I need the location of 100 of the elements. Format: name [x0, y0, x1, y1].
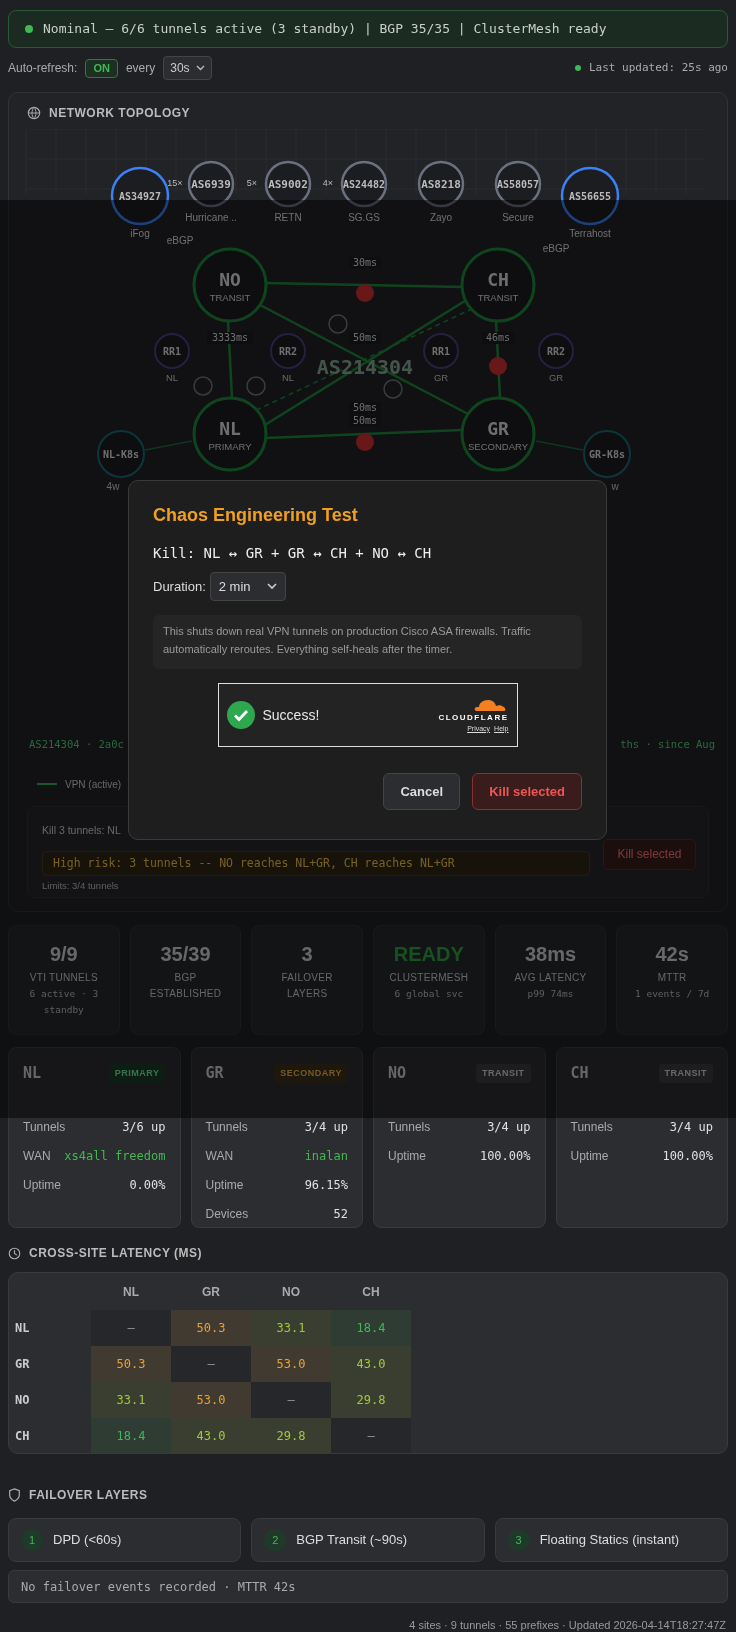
reflector-label: RR1 — [162, 346, 182, 357]
layer-label: Floating Statics (instant) — [539, 1531, 680, 1550]
duration-select[interactable]: 2 min — [209, 571, 286, 602]
row-label: Uptime — [570, 1148, 609, 1165]
upstream-node — [187, 160, 235, 208]
row-value: 52 — [333, 1206, 348, 1223]
layer-number: 1 — [21, 1529, 43, 1551]
upstream-asn: AS9002 — [268, 178, 308, 191]
stat-value: READY — [392, 942, 465, 966]
captcha-status: Success! — [262, 705, 321, 725]
column-header: GR — [201, 1283, 221, 1301]
row-label: Tunnels — [205, 1119, 248, 1136]
empty-node — [383, 379, 403, 399]
row-label: Tunnels — [23, 1119, 66, 1136]
latency-label: 46ms — [485, 332, 511, 343]
cluster-node — [583, 430, 631, 478]
latency-label: 3333ms — [211, 332, 249, 343]
site-code: NL — [219, 418, 241, 439]
events-text: No failover events recorded · MTTR 42s — [8, 1570, 728, 1603]
latency-cell: — — [171, 1346, 251, 1382]
cluster-line — [535, 440, 584, 451]
upstream-name: SG.GS — [348, 212, 380, 223]
upstream-node — [340, 160, 388, 208]
auto-refresh-toggle[interactable]: ON — [85, 58, 118, 78]
cluster-line — [144, 440, 193, 451]
latency-cell: 29.8 — [331, 1382, 411, 1418]
row-value: 96.15% — [304, 1177, 348, 1194]
cancel-button[interactable]: Cancel — [383, 773, 461, 811]
stat-value: 38ms — [523, 942, 578, 966]
reflector-site: GR — [433, 372, 449, 383]
row-value: 3/6 up — [122, 1119, 166, 1136]
stat-detail: 6 active · 3 standby — [28, 987, 100, 1018]
stat-label: MTTR — [656, 971, 688, 985]
bgp-label: eBGP — [166, 235, 194, 246]
stat-label: VTI TUNNELS — [28, 971, 99, 985]
chevron-icon — [266, 582, 277, 590]
latency-cell: 18.4 — [91, 1418, 171, 1453]
latency-label: 50ms — [352, 402, 378, 413]
site-role: SECONDARY — [468, 441, 528, 452]
stat-label: CLUSTERMESH — [388, 971, 470, 985]
row-label: WAN — [205, 1148, 234, 1165]
section-title: NETWORK TOPOLOGY — [49, 105, 191, 122]
kill-prompt: Kill 3 tunnels: NL — [42, 822, 121, 838]
bgp-label: eBGP — [542, 243, 570, 254]
dialog-title: Chaos Engineering Test — [153, 505, 359, 527]
cluster-label: NL-K8s — [102, 449, 140, 460]
reflector-node — [270, 333, 306, 369]
latency-cell: 53.0 — [251, 1346, 331, 1382]
site-role: TRANSIT — [209, 292, 251, 303]
reflector-node — [423, 333, 459, 369]
column-header: NL — [122, 1283, 140, 1301]
every-label: every — [125, 60, 156, 77]
upstream-name: Terrahost — [569, 228, 611, 239]
empty-node — [246, 376, 266, 396]
upstream-node — [560, 166, 620, 226]
reflector-site: GR — [548, 372, 564, 383]
globe-icon — [27, 106, 41, 120]
stat-value: 42s — [654, 942, 690, 966]
layer-label: DPD (<60s) — [53, 1531, 122, 1550]
upstream-asn: AS6939 — [191, 178, 231, 191]
latency-label: 50ms — [352, 332, 378, 343]
link-count: 4× — [322, 178, 334, 188]
row-header: NO — [14, 1392, 31, 1409]
link-count: 5× — [246, 178, 258, 188]
clock-icon — [8, 1246, 21, 1260]
stat-detail: 6 global svc — [393, 987, 465, 1001]
latency-cell: — — [251, 1382, 331, 1418]
link-count: 15× — [167, 178, 183, 188]
latency-cell: 33.1 — [91, 1382, 171, 1418]
limits-text: Limits: 3/4 tunnels — [42, 878, 120, 893]
site-code: NL — [23, 1063, 42, 1084]
layer-number: 2 — [264, 1529, 287, 1551]
reflector-node — [154, 333, 190, 369]
shield-icon — [8, 1488, 21, 1502]
latency-cell: 50.3 — [171, 1310, 251, 1346]
stat-value: 9/9 — [48, 942, 79, 966]
latency-cell: 53.0 — [171, 1382, 251, 1418]
upstream-asn: AS56655 — [568, 191, 612, 202]
footer-text: 4 sites · 9 tunnels · 55 prefixes · Updated 2026-04-14T18:27:47Z — [408, 1618, 727, 1632]
row-header: GR — [14, 1356, 31, 1373]
row-value: 3/4 up — [669, 1119, 713, 1136]
kill-selected-button[interactable]: Kill selected — [472, 773, 582, 811]
cluster-node — [97, 430, 145, 478]
upstream-node — [264, 160, 312, 208]
asn-watermark: AS214304 — [316, 355, 414, 379]
upstream-name: Zayo — [429, 212, 453, 223]
reflector-node — [538, 333, 574, 369]
stat-label: BGP ESTABLISHED — [148, 971, 223, 1001]
interval-select[interactable]: 30s — [163, 56, 212, 80]
column-header: CH — [361, 1283, 381, 1301]
role-tag: TRANSIT — [476, 1063, 531, 1083]
site-role: PRIMARY — [208, 441, 252, 452]
warning-text: This shuts down real VPN tunnels on production Cisco ASA firewalls. Traffic automatically reroutes. Everything self-heals after the timer. — [153, 615, 582, 670]
stat-detail: 1 events / 7d — [633, 987, 711, 1001]
upstream-name: Hurricane .. — [185, 212, 237, 223]
site-role: TRANSIT — [477, 292, 519, 303]
site-code: GR — [205, 1063, 224, 1084]
cluster-age: w — [611, 481, 619, 492]
latency-cell: 29.8 — [251, 1418, 331, 1453]
upstream-name: iFog — [130, 228, 150, 239]
